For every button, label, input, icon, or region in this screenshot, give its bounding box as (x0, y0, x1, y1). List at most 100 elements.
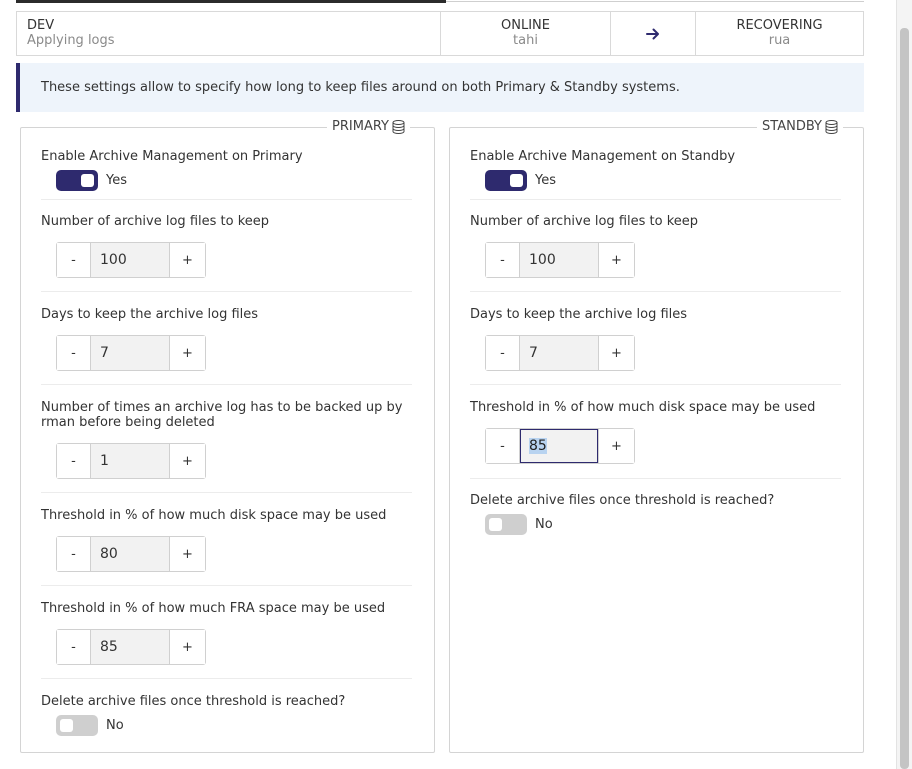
primary-disk-input[interactable]: 80 (91, 537, 169, 571)
standby-archive-count-label: Number of archive log files to keep (470, 214, 699, 229)
standby-archive-count-input[interactable]: 100 (520, 243, 598, 277)
primary-archive-count-input[interactable]: 100 (91, 243, 169, 277)
standby-enable-field: Enable Archive Management on Standby (470, 149, 841, 164)
primary-delete-label: Delete archive files once threshold is r… (41, 694, 346, 709)
primary-backup-field: Number of times an archive log has to be… (41, 400, 412, 430)
primary-fra-field: Threshold in % of how much FRA space may… (41, 601, 412, 616)
increment-button[interactable]: + (169, 336, 205, 370)
divider (41, 585, 412, 586)
primary-panel: PRIMARY Enable Archive Management on Pri… (20, 119, 435, 753)
standby-disk-input[interactable]: 85 (520, 429, 598, 463)
primary-days-input[interactable]: 7 (91, 336, 169, 370)
database-state: Applying logs (27, 33, 115, 48)
increment-button[interactable]: + (598, 429, 634, 463)
primary-delete-state: No (106, 718, 124, 733)
divider (41, 678, 412, 679)
divider (41, 199, 412, 200)
primary-disk-label: Threshold in % of how much disk space ma… (41, 508, 387, 523)
primary-backup-stepper: - 1 + (56, 443, 206, 479)
primary-archive-count-label: Number of archive log files to keep (41, 214, 270, 229)
decrement-button[interactable]: - (57, 444, 91, 478)
increment-button[interactable]: + (169, 243, 205, 277)
decrement-button[interactable]: - (57, 630, 91, 664)
standby-delete-field: Delete archive files once threshold is r… (470, 493, 841, 508)
decrement-button[interactable]: - (57, 537, 91, 571)
primary-days-label: Days to keep the archive log files (41, 307, 259, 322)
standby-delete-state: No (535, 517, 553, 532)
scrollbar-thumb[interactable] (900, 28, 909, 769)
primary-fra-label: Threshold in % of how much FRA space may… (41, 601, 386, 616)
increment-button[interactable]: + (169, 630, 205, 664)
standby-disk-field: Threshold in % of how much disk space ma… (470, 400, 841, 415)
primary-fra-stepper: - 85 + (56, 629, 206, 665)
divider (470, 478, 841, 479)
standby-archive-count-stepper: - 100 + (485, 242, 635, 278)
primary-status-cell: ONLINE tahi (441, 12, 611, 55)
decrement-button[interactable]: - (486, 429, 520, 463)
standby-panel: STANDBY Enable Archive Management on Sta… (449, 119, 864, 753)
primary-archive-count-stepper: - 100 + (56, 242, 206, 278)
standby-enable-label: Enable Archive Management on Standby (470, 149, 736, 164)
standby-host: rua (768, 33, 791, 48)
standby-status-cell: RECOVERING rua (696, 12, 863, 55)
standby-disk-label: Threshold in % of how much disk space ma… (470, 400, 816, 415)
primary-backup-label: Number of times an archive log has to be… (41, 400, 403, 430)
primary-enable-toggle[interactable] (56, 170, 98, 191)
primary-disk-stepper: - 80 + (56, 536, 206, 572)
decrement-button[interactable]: - (486, 336, 520, 370)
increment-button[interactable]: + (169, 444, 205, 478)
primary-backup-input[interactable]: 1 (91, 444, 169, 478)
database-icon (392, 120, 405, 134)
primary-delete-field: Delete archive files once threshold is r… (41, 694, 412, 709)
primary-legend: PRIMARY (327, 119, 410, 135)
divider (41, 384, 412, 385)
database-name: DEV (27, 18, 55, 33)
info-banner: These settings allow to specify how long… (16, 63, 864, 112)
standby-legend: STANDBY (757, 119, 843, 135)
transfer-direction (611, 12, 696, 55)
standby-days-stepper: - 7 + (485, 335, 635, 371)
standby-enable-toggle-row: Yes (485, 170, 556, 191)
primary-disk-field: Threshold in % of how much disk space ma… (41, 508, 412, 523)
decrement-button[interactable]: - (486, 243, 520, 277)
primary-enable-label: Enable Archive Management on Primary (41, 149, 303, 164)
primary-archive-count-field: Number of archive log files to keep (41, 214, 412, 229)
primary-delete-toggle-row: No (56, 715, 124, 736)
decrement-button[interactable]: - (57, 336, 91, 370)
database-status-cell: DEV Applying logs (17, 12, 441, 55)
primary-enable-toggle-row: Yes (56, 170, 127, 191)
divider (470, 199, 841, 200)
increment-button[interactable]: + (169, 537, 205, 571)
standby-days-label: Days to keep the archive log files (470, 307, 688, 322)
standby-disk-stepper: - 85 + (485, 428, 635, 464)
database-icon (825, 120, 838, 134)
divider (41, 291, 412, 292)
primary-host: tahi (513, 33, 538, 48)
standby-archive-count-field: Number of archive log files to keep (470, 214, 841, 229)
top-strip (16, 0, 864, 3)
primary-days-field: Days to keep the archive log files (41, 307, 412, 322)
page: DEV Applying logs ONLINE tahi RECOVERING… (0, 0, 912, 769)
divider (470, 291, 841, 292)
decrement-button[interactable]: - (57, 243, 91, 277)
standby-enable-state: Yes (535, 173, 556, 188)
standby-delete-toggle[interactable] (485, 514, 527, 535)
vertical-scrollbar[interactable] (896, 0, 912, 769)
info-text: These settings allow to specify how long… (41, 80, 680, 95)
divider (41, 492, 412, 493)
standby-status: RECOVERING (736, 18, 823, 33)
primary-fra-input[interactable]: 85 (91, 630, 169, 664)
standby-enable-toggle[interactable] (485, 170, 527, 191)
standby-days-input[interactable]: 7 (520, 336, 598, 370)
standby-delete-toggle-row: No (485, 514, 553, 535)
arrow-right-icon (646, 28, 659, 39)
primary-enable-state: Yes (106, 173, 127, 188)
increment-button[interactable]: + (598, 243, 634, 277)
status-header: DEV Applying logs ONLINE tahi RECOVERING… (16, 11, 864, 56)
standby-days-field: Days to keep the archive log files (470, 307, 841, 322)
primary-status: ONLINE (501, 18, 550, 33)
increment-button[interactable]: + (598, 336, 634, 370)
primary-enable-field: Enable Archive Management on Primary (41, 149, 412, 164)
primary-delete-toggle[interactable] (56, 715, 98, 736)
divider (470, 384, 841, 385)
